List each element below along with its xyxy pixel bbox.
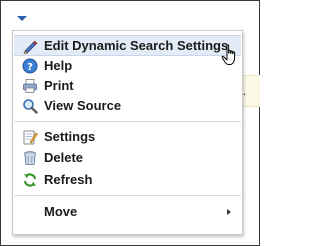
menu-item-view-source[interactable]: View Source xyxy=(14,96,241,116)
menu-item-move[interactable]: Move xyxy=(14,202,241,222)
menu-item-label: Refresh xyxy=(44,172,93,187)
menu-item-label: Help xyxy=(44,58,73,73)
menu-item-label: Edit Dynamic Search Settings xyxy=(44,38,229,53)
hand-cursor-icon xyxy=(221,44,239,71)
help-icon: ? xyxy=(22,58,38,74)
pencil-icon xyxy=(22,38,38,54)
menu-item-label: Delete xyxy=(44,150,84,165)
screenshot-frame: t. Edit Dynamic Search Settings ? Help xyxy=(0,0,260,246)
menu-item-edit-dynamic-search-settings[interactable]: Edit Dynamic Search Settings xyxy=(14,35,241,56)
menu-item-label: Print xyxy=(44,78,74,93)
menu-item-help[interactable]: ? Help xyxy=(14,56,241,76)
submenu-arrow-icon xyxy=(227,209,231,215)
context-menu: Edit Dynamic Search Settings ? Help Prin… xyxy=(12,30,243,235)
menu-separator xyxy=(14,121,241,122)
menu-item-label: Move xyxy=(44,204,78,219)
menu-item-print[interactable]: Print xyxy=(14,76,241,96)
svg-text:?: ? xyxy=(27,62,33,73)
magnifier-icon xyxy=(22,98,38,114)
menu-item-label: Settings xyxy=(44,129,96,144)
menu-item-delete[interactable]: Delete xyxy=(14,148,241,168)
printer-icon xyxy=(22,78,38,94)
notepad-pencil-icon xyxy=(22,129,38,145)
menu-separator xyxy=(14,195,241,196)
trash-can-icon xyxy=(22,150,38,166)
dropdown-arrow-icon[interactable] xyxy=(17,16,27,21)
menu-item-label: View Source xyxy=(44,98,122,113)
menu-item-refresh[interactable]: Refresh xyxy=(14,170,241,190)
menu-item-settings[interactable]: Settings xyxy=(14,127,241,147)
refresh-icon xyxy=(22,172,38,188)
